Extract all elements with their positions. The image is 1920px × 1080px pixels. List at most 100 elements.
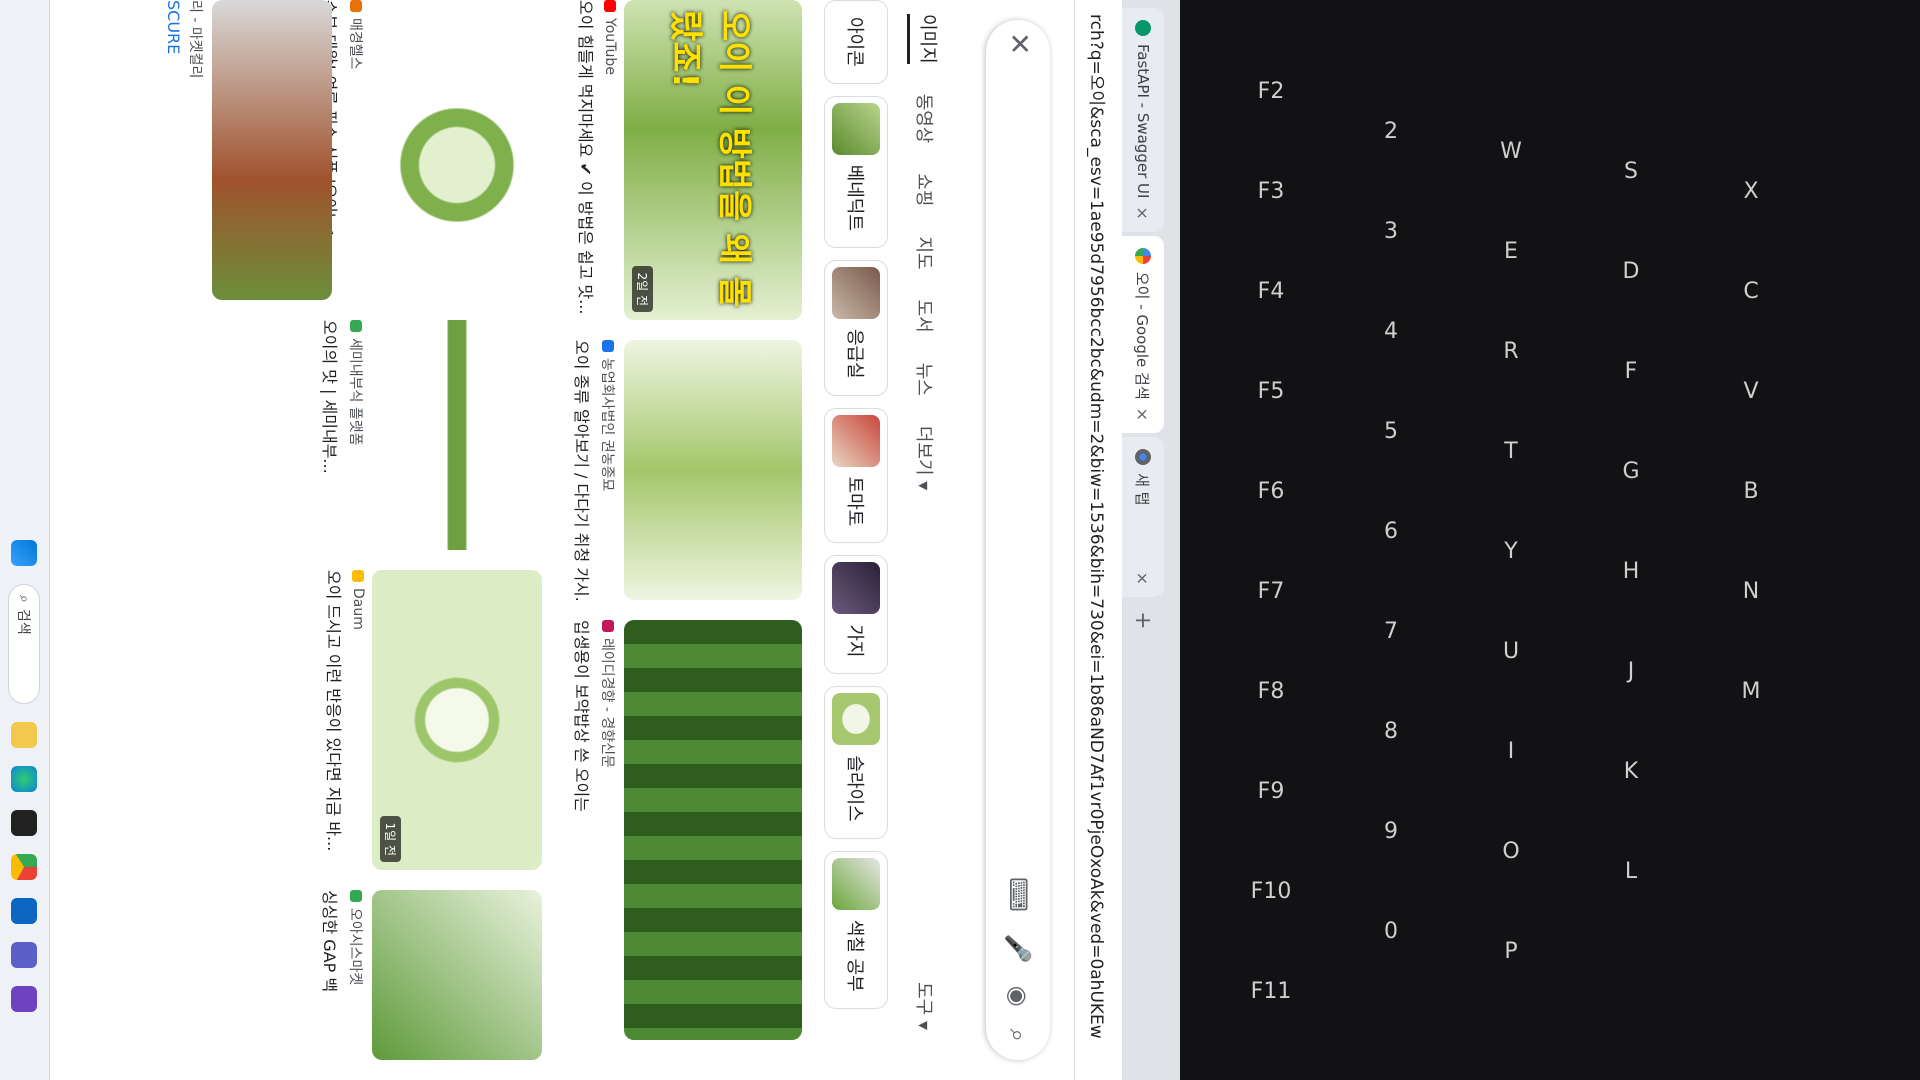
close-icon[interactable]: × [1134,408,1153,421]
url-text[interactable]: rch?q=오이&sca_esv=1ae95d7956bcc2bc&udm=2&… [1086,14,1111,1039]
key: E [1504,238,1518,264]
result-source[interactable]: 오아시스마켓 [346,890,366,1060]
browser-window: FastAPI - Swagger UI × 오이 - Google 검색 × … [0,0,1180,1080]
keyboard-icon[interactable]: ⌨ [1004,877,1032,912]
vscode-icon[interactable] [11,898,38,924]
key: M [1741,678,1761,704]
chip-thumb [832,414,880,467]
key: 9 [1384,818,1398,844]
chip-coloring[interactable]: 색칠 공부 [824,850,888,1009]
result-card[interactable]: 1일 전 Daum 오이 드시고 이런 반응이 있다면 지금 바... [323,570,542,870]
site-icon [602,340,614,352]
taskbar-search[interactable]: ⌕ 검색 [8,584,41,704]
age-badge: 1일 전 [380,816,401,862]
result-card[interactable]: 농업회사법인 권농종묘 오이 종류 알아보기 / 다다기 취청 가시... [571,340,802,600]
key: C [1743,278,1759,304]
result-image[interactable]: 1일 전 [372,570,542,870]
key: 7 [1384,618,1398,644]
result-source[interactable]: 농업회사법인 권농종묘 [598,340,618,600]
result-card[interactable]: 레이디경향 - 경향신문 입생용이 보약밥상 쓴 오이는 [571,620,802,1040]
windows-icon[interactable] [11,540,38,566]
result-source[interactable]: 세미내부식 플랫폼 [346,320,366,550]
result-title[interactable]: 오이 종류 알아보기 / 다다기 취청 가시... [571,340,595,600]
result-title[interactable]: 오이 힘들게 먹지마세요 ✔ 이 방법은 쉽고 맛... [575,0,599,320]
result-card[interactable]: 매경헬스 수분 대왕! 여름 필수 식품 '오이' < ... [319,0,542,300]
search-input[interactable]: ✕ ⌨ 🎤 ◉ ⌕ [986,20,1050,1060]
result-image[interactable] [372,0,542,300]
result-image[interactable] [372,890,542,1060]
search-nav: 이미지 동영상 쇼핑 지도 도서 뉴스 더보기 ▾ 도구 ▾ [900,0,950,1080]
site-icon [352,570,364,582]
search-tools: ⌨ 🎤 ◉ ⌕ [1004,877,1032,1042]
chip-er[interactable]: 응급실 [824,259,888,396]
close-icon[interactable]: × [1134,206,1153,219]
result-title[interactable]: 싱싱한 GAP 백 [319,890,343,1060]
tab-shopping[interactable]: 쇼핑 [912,173,938,206]
result-source[interactable]: 리 - 마켓컬리 [186,0,206,300]
chip-tomato[interactable]: 토마토 [824,407,888,544]
chrome-icon[interactable] [11,854,38,880]
result-card[interactable]: 오아시스마켓 싱싱한 GAP 백 [319,890,542,1060]
clear-search-icon[interactable]: ✕ [1003,32,1036,55]
edge-icon[interactable] [11,766,38,792]
store-icon[interactable] [11,810,38,836]
key: G [1622,458,1640,484]
tab-images[interactable]: 이미지 [907,14,943,64]
chip-slice[interactable]: 슬라이스 [824,686,888,839]
result-title[interactable]: SCURE [164,0,183,300]
lens-icon[interactable]: ◉ [1004,986,1032,1007]
key: F4 [1257,278,1285,304]
file-explorer-icon[interactable] [11,722,38,748]
result-card[interactable]: 오이 이 방법을 왜 몰랐죠! 2일 전 YouTube 오이 힘들게 먹지마세… [575,0,802,320]
result-image[interactable] [372,320,542,550]
address-bar[interactable]: rch?q=오이&sca_esv=1ae95d7956bcc2bc&udm=2&… [1074,0,1122,1080]
key: B [1743,478,1759,504]
new-tab-button[interactable]: + [1122,601,1155,639]
result-image[interactable] [624,620,802,1040]
tab-books[interactable]: 도서 [912,300,938,333]
tools-button[interactable]: 도구 ▾ [912,982,938,1030]
key: D [1622,258,1640,284]
tab-news[interactable]: 뉴스 [912,363,938,396]
chip-thumb [832,102,880,155]
site-icon [350,320,362,332]
key: 8 [1384,718,1398,744]
close-icon[interactable]: × [1134,572,1153,585]
chip-benedict[interactable]: 베네딕트 [824,95,888,248]
fastapi-icon [1135,20,1151,36]
settings-icon[interactable] [11,942,38,968]
key: F5 [1257,378,1285,404]
result-image[interactable]: 오이 이 방법을 왜 몰랐죠! 2일 전 [624,0,802,320]
result-title[interactable]: 오이 드시고 이런 반응이 있다면 지금 바... [323,570,347,870]
key: 0 [1384,918,1398,944]
result-title[interactable]: 입생용이 보약밥상 쓴 오이는 [571,620,595,1040]
tab-more[interactable]: 더보기 ▾ [912,426,938,490]
result-source[interactable]: Daum [350,570,366,870]
youtube-icon [604,0,616,12]
tab-maps[interactable]: 지도 [912,237,938,270]
chip-icon[interactable]: 아이콘 [824,0,888,84]
result-card[interactable]: 세미내부식 플랫폼 오이의 맛 | 세미내부... [319,320,542,550]
result-title[interactable]: 오이의 맛 | 세미내부... [319,320,343,550]
result-card[interactable]: 리 - 마켓컬리 SCURE [164,0,332,300]
key: F2 [1257,78,1285,104]
tab-videos[interactable]: 동영상 [912,94,938,144]
result-source[interactable]: YouTube [602,0,618,320]
mic-icon[interactable]: 🎤 [1004,934,1032,964]
result-image[interactable] [212,0,332,300]
taskbar-search-label: 검색 [15,608,32,635]
key: L [1624,858,1638,884]
result-source[interactable]: 매경헬스 [346,0,366,300]
key: F6 [1257,478,1285,504]
taskview-icon[interactable] [11,986,38,1012]
tab-swagger[interactable]: FastAPI - Swagger UI × [1122,8,1164,232]
tab-new[interactable]: 새 탭 × [1122,437,1164,598]
result-image[interactable] [624,340,802,600]
result-source[interactable]: 레이디경향 - 경향신문 [598,620,618,1040]
chip-eggplant[interactable]: 가지 [824,555,888,675]
tab-google-search[interactable]: 오이 - Google 검색 × [1122,235,1164,434]
search-icon[interactable]: ⌕ [1004,1029,1032,1042]
search-icon: ⌕ [16,595,33,603]
laptop-keyboard: F2 F3 F4 F5 F6 F7 F8 F9 F10 F11 2 3 4 5 … [1180,0,1920,1080]
thumbnail-caption: 오이 이 방법을 왜 몰랐죠! [665,10,754,308]
